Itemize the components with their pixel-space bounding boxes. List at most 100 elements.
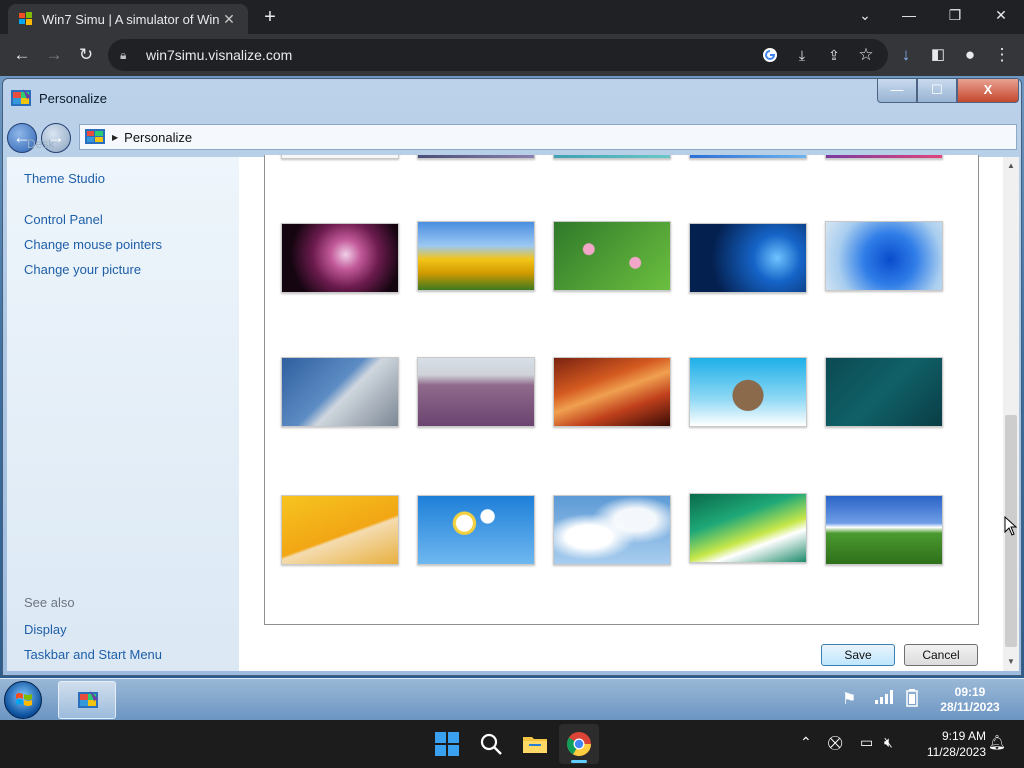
change-picture-link[interactable]: Change your picture xyxy=(24,262,141,277)
browser-toolbar: ← → ↻ 🔒︎ win7simu.visnalize.com ⤓ ⇪ ☆ ↓ … xyxy=(0,34,1024,76)
reload-icon[interactable]: ↻ xyxy=(72,41,100,69)
install-icon[interactable]: ⤓ xyxy=(788,41,816,69)
cancel-button[interactable]: Cancel xyxy=(904,644,978,666)
wallpaper-thumb-flying-island[interactable] xyxy=(689,357,807,427)
win7-clock[interactable]: 09:19 28/11/2023 xyxy=(928,685,1012,715)
share-icon[interactable]: ⇪ xyxy=(820,41,848,69)
google-icon[interactable] xyxy=(756,41,784,69)
wallpaper-thumb-lavender-field[interactable] xyxy=(417,357,535,427)
file-explorer-icon[interactable] xyxy=(521,730,549,758)
wallpaper-thumb[interactable] xyxy=(825,155,943,159)
bookmark-star-icon[interactable]: ☆ xyxy=(852,41,880,69)
control-panel-icon xyxy=(85,129,105,144)
wallpaper-thumb-vista-aurora[interactable] xyxy=(689,493,807,563)
volume-mute-icon[interactable]: 🔇︎ xyxy=(884,734,893,751)
wallpaper-thumb-silver-building[interactable] xyxy=(281,357,399,427)
browser-minimize-button[interactable]: — xyxy=(886,0,932,30)
network-signal-icon[interactable] xyxy=(874,689,894,710)
mouse-pointers-link[interactable]: Change mouse pointers xyxy=(24,237,162,252)
host-time: 9:19 AM xyxy=(941,729,986,743)
start-orb-button[interactable] xyxy=(4,681,42,719)
wallpaper-thumb[interactable] xyxy=(553,155,671,159)
chrome-icon xyxy=(567,732,591,757)
chevron-up-icon[interactable]: ⌃ xyxy=(800,734,812,751)
chrome-taskbar-button[interactable] xyxy=(559,724,599,764)
wallpaper-thumb[interactable] xyxy=(281,155,399,159)
wallpaper-panel xyxy=(264,155,979,625)
search-icon[interactable] xyxy=(477,730,505,758)
wallpaper-thumb-yellow-tulips[interactable] xyxy=(417,221,535,291)
host-clock[interactable]: 9:19 AM 11/28/2023 xyxy=(916,728,986,760)
windows-start-icon[interactable] xyxy=(433,730,461,758)
theme-studio-link[interactable]: Theme Studio xyxy=(24,171,105,186)
breadcrumb-item[interactable]: Personalize xyxy=(124,130,192,145)
wallpaper-thumb-red-canyon[interactable] xyxy=(553,357,671,427)
host-date: 11/28/2023 xyxy=(926,745,986,759)
personalize-window: Personalize — ☐ X ← → ▶ Personalize Desk… xyxy=(2,78,1022,676)
win7-taskbar: ⚑ 09:19 28/11/2023 xyxy=(0,678,1024,720)
taskbar-start-menu-link[interactable]: Taskbar and Start Menu xyxy=(24,647,162,662)
browser-tab-strip: Win7 Simu | A simulator of Wind ✕ + ⌄ — … xyxy=(0,0,1024,34)
display-icon[interactable]: ▭ xyxy=(860,734,873,751)
control-panel-link[interactable]: Control Panel xyxy=(24,212,103,227)
menu-kebab-icon[interactable]: ⋮ xyxy=(988,41,1016,69)
personalize-content: Save Cancel ▲ ▼ xyxy=(239,155,1019,671)
minimize-button[interactable]: — xyxy=(877,79,917,103)
new-tab-button[interactable]: + xyxy=(258,6,282,30)
wallpaper-thumb-windows-10-light[interactable] xyxy=(689,223,807,293)
windows-logo-icon xyxy=(16,693,32,706)
download-icon[interactable]: ↓ xyxy=(892,41,920,69)
breadcrumb-arrow-icon[interactable]: ▶ xyxy=(112,133,118,142)
win7-desktop: Personalize — ☐ X ← → ▶ Personalize Desk… xyxy=(0,76,1024,720)
wallpaper-thumb[interactable] xyxy=(689,155,807,159)
scroll-up-arrow-icon[interactable]: ▲ xyxy=(1003,161,1019,170)
display-link[interactable]: Display xyxy=(24,622,67,637)
vertical-scrollbar[interactable]: ▲ ▼ xyxy=(1003,157,1019,671)
wallpaper-thumb-bliss-hill[interactable] xyxy=(825,495,943,565)
explorer-address-bar: ← → ▶ Personalize xyxy=(3,121,1021,153)
window-title: Personalize xyxy=(39,91,107,106)
wallpaper-thumb-orange-windows-8[interactable] xyxy=(281,495,399,565)
win7-date: 28/11/2023 xyxy=(940,700,1000,714)
profile-icon[interactable]: ● xyxy=(956,41,984,69)
personalize-icon xyxy=(78,691,98,708)
browser-close-button[interactable]: ✕ xyxy=(978,0,1024,30)
chevron-down-icon[interactable]: ⌄ xyxy=(842,0,888,30)
wallpaper-thumb-purple-dahlia[interactable] xyxy=(281,223,399,293)
wallpaper-thumb-water-lilies[interactable] xyxy=(553,221,671,291)
active-indicator xyxy=(571,760,587,763)
browser-restore-button[interactable]: ❐ xyxy=(932,0,978,30)
back-arrow-icon[interactable]: ← xyxy=(8,41,36,69)
wallpaper-thumb[interactable] xyxy=(417,155,535,159)
see-also-heading: See also xyxy=(24,595,75,610)
breadcrumb[interactable]: ▶ Personalize xyxy=(79,124,1017,150)
battery-icon[interactable] xyxy=(906,689,918,712)
win7-favicon-icon xyxy=(19,12,32,25)
scroll-down-arrow-icon[interactable]: ▼ xyxy=(1003,657,1019,666)
wallpaper-thumb-teal-abstract[interactable] xyxy=(825,357,943,427)
lock-icon: 🔒︎ xyxy=(120,47,127,62)
notification-bell-icon[interactable]: 🔔︎ xyxy=(988,734,1006,751)
wallpaper-thumb-windows-11-bloom[interactable] xyxy=(825,221,943,291)
maximize-button[interactable]: ☐ xyxy=(917,79,957,103)
action-center-flag-icon[interactable]: ⚑ xyxy=(842,689,856,709)
save-button[interactable]: Save xyxy=(821,644,895,666)
personalize-icon xyxy=(11,89,31,106)
close-button[interactable]: X xyxy=(957,79,1019,103)
tab-title: Win7 Simu | A simulator of Wind xyxy=(42,11,220,27)
wallpaper-thumb-white-daisies[interactable] xyxy=(417,495,535,565)
wallpaper-thumb-blue-sky-clouds[interactable] xyxy=(553,495,671,565)
hidden-network-icon[interactable]: ⛒ xyxy=(828,734,842,751)
win7-time: 09:19 xyxy=(954,685,986,699)
url-text: win7simu.visnalize.com xyxy=(146,47,293,63)
partial-label: Desk xyxy=(27,137,55,151)
taskbar-item-personalize[interactable] xyxy=(58,681,116,719)
forward-arrow-icon[interactable]: → xyxy=(40,41,68,69)
window-client-area: Desk Theme Studio Control Panel Change m… xyxy=(7,137,1019,671)
mouse-cursor-icon xyxy=(1004,516,1018,536)
side-panel-icon[interactable]: ◧ xyxy=(924,41,952,69)
host-taskbar: ⌃ ⛒ ▭ 🔇︎ 9:19 AM 11/28/2023 🔔︎ xyxy=(0,720,1024,768)
browser-tab[interactable]: Win7 Simu | A simulator of Wind ✕ xyxy=(8,4,248,34)
window-titlebar[interactable]: Personalize — ☐ X xyxy=(3,79,1021,119)
tab-close-icon[interactable]: ✕ xyxy=(220,11,238,28)
